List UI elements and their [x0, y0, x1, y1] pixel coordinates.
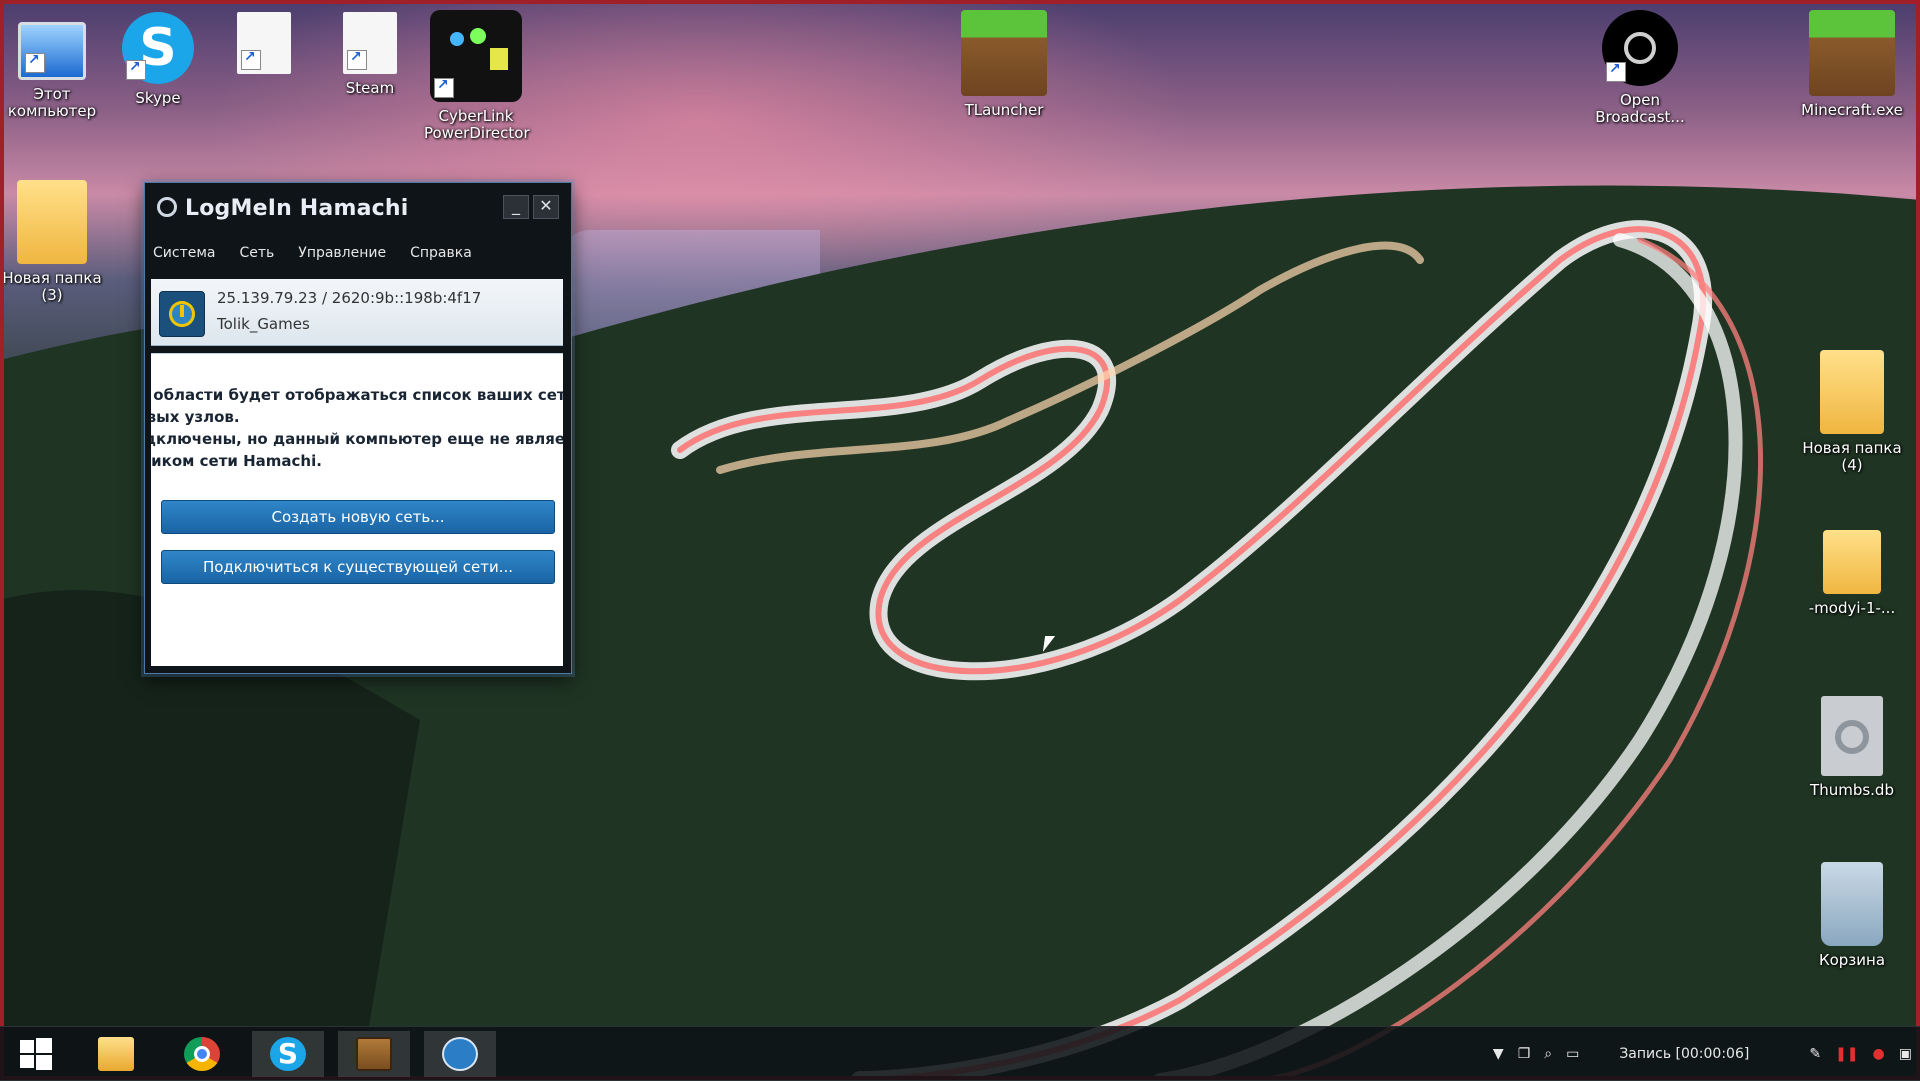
grass-block-icon	[961, 10, 1047, 96]
folder-icon	[17, 180, 87, 264]
message-line: и сетевых узлов.	[151, 408, 240, 426]
create-network-button[interactable]: Создать новую сеть...	[161, 500, 555, 534]
start-button[interactable]	[0, 1031, 72, 1077]
recording-status: Запись [00:00:06]	[1619, 1046, 1750, 1062]
skype-icon: S	[122, 12, 194, 84]
desktop-icon-cyberlink[interactable]: CyberLink PowerDirector	[424, 10, 530, 142]
empty-list-message: В этой области будет отображаться список…	[151, 384, 563, 472]
taskbar: S ▼ ❐ ⌕ ▭ Запись [00:00:06] ✎ ❚❚ ● ▣	[0, 1026, 1920, 1081]
desktop-icon-label: Этот компьютер	[7, 85, 97, 120]
desktop-icon-label: Корзина	[1818, 951, 1886, 969]
desktop-icon-label: TLauncher	[964, 101, 1044, 119]
tray-search-icon[interactable]: ⌕	[1544, 1046, 1552, 1062]
taskbar-hamachi[interactable]	[424, 1031, 496, 1077]
desktop-icon-new-folder-4[interactable]: Новая папка (4)	[1800, 350, 1904, 474]
desktop-icon-new-folder-3[interactable]: Новая папка (3)	[0, 180, 104, 304]
message-line: участником сети Hamachi.	[151, 452, 322, 470]
desktop-icon-label: Thumbs.db	[1810, 781, 1894, 799]
join-network-button[interactable]: Подключиться к существующей сети...	[161, 550, 555, 584]
cyberlink-icon	[430, 10, 522, 102]
taskbar-minecraft-launcher[interactable]	[338, 1031, 410, 1077]
desktop-icon-label: Новая папка (4)	[1802, 439, 1902, 474]
client-nickname: Tolik_Games	[217, 315, 310, 333]
desktop-icon-label: Open Broadcast...	[1595, 91, 1685, 126]
menu-network[interactable]: Сеть	[239, 245, 274, 269]
shortcut-arrow-icon	[347, 49, 367, 70]
title-bar[interactable]: LogMeIn Hamachi _ ✕	[145, 183, 571, 223]
desktop-icon-recycle-bin[interactable]: Корзина	[1800, 862, 1904, 969]
desktop-icon-label: Minecraft.exe	[1801, 101, 1903, 119]
desktop-icon-label: -modyi-1-...	[1808, 599, 1896, 617]
desktop-icon-thumbs[interactable]: Thumbs.db	[1800, 696, 1904, 799]
obs-icon	[1602, 10, 1678, 86]
message-line: Вы подключены, но данный компьютер еще н…	[151, 430, 563, 448]
desktop-icon-label: Skype	[135, 89, 181, 107]
folder-icon	[98, 1037, 134, 1071]
hamachi-network-icon	[442, 1037, 478, 1071]
tray-expand-icon[interactable]: ▼	[1493, 1046, 1504, 1062]
menu-system[interactable]: Система	[153, 245, 215, 269]
desktop-icon-obs[interactable]: Open Broadcast...	[1588, 10, 1692, 126]
monitor-icon	[18, 22, 86, 80]
desktop-icon-label: Steam	[345, 79, 395, 97]
desktop-icon-skype[interactable]: S Skype	[106, 12, 210, 107]
folder-icon	[1820, 350, 1884, 434]
folder-icon	[1823, 530, 1881, 594]
desktop-icon-this-pc[interactable]: Этот компьютер	[0, 12, 104, 120]
network-list-pane: В этой области будет отображаться список…	[151, 353, 563, 666]
status-panel: 25.139.79.23 / 2620:9b::198b:4f17 Tolik_…	[151, 279, 563, 346]
shortcut-arrow-icon	[434, 77, 454, 98]
menu-help[interactable]: Справка	[410, 245, 472, 269]
desktop-icon-blank-1[interactable]	[212, 12, 316, 74]
pencil-icon[interactable]: ✎	[1809, 1046, 1821, 1062]
desktop-icon-steam[interactable]: Steam	[318, 12, 422, 97]
camera-icon[interactable]: ▣	[1899, 1046, 1912, 1062]
hamachi-window[interactable]: LogMeIn Hamachi _ ✕ Система Сеть Управле…	[144, 182, 572, 674]
windows-logo-icon	[20, 1038, 52, 1070]
desktop-icon-mody[interactable]: -modyi-1-...	[1800, 530, 1904, 617]
desktop-icon-minecraft[interactable]: Minecraft.exe	[1800, 10, 1904, 119]
skype-icon: S	[270, 1037, 306, 1071]
minimize-button[interactable]: _	[503, 195, 529, 219]
document-icon	[343, 12, 397, 74]
chest-icon	[356, 1037, 392, 1071]
power-icon	[169, 301, 195, 327]
recycle-bin-icon	[1821, 862, 1883, 946]
window-title: LogMeIn Hamachi	[185, 196, 409, 221]
desktop-icon-tlauncher[interactable]: TLauncher	[952, 10, 1056, 119]
grass-block-icon	[1809, 10, 1895, 96]
document-icon	[237, 12, 291, 74]
menu-manage[interactable]: Управление	[298, 245, 386, 269]
menu-bar: Система Сеть Управление Справка	[153, 245, 496, 269]
pause-icon[interactable]: ❚❚	[1835, 1046, 1858, 1062]
shortcut-arrow-icon	[25, 52, 45, 73]
desktop-icon-label: Новая папка (3)	[2, 269, 102, 304]
taskbar-chrome[interactable]	[166, 1031, 238, 1077]
record-icon[interactable]: ●	[1873, 1046, 1885, 1062]
taskbar-file-explorer[interactable]	[80, 1031, 152, 1077]
tray-window-icon[interactable]: ❐	[1518, 1046, 1531, 1062]
gear-file-icon	[1821, 696, 1883, 776]
power-button[interactable]	[159, 291, 205, 337]
desktop-icon-label: CyberLink PowerDirector	[424, 107, 530, 142]
close-button[interactable]: ✕	[533, 195, 559, 219]
message-line: В этой области будет отображаться список…	[151, 386, 563, 404]
system-tray: ▼ ❐ ⌕ ▭ Запись [00:00:06] ✎ ❚❚ ● ▣	[1479, 1039, 1912, 1069]
ip-address: 25.139.79.23 / 2620:9b::198b:4f17	[217, 289, 482, 307]
hamachi-logo-icon	[157, 197, 177, 217]
shortcut-arrow-icon	[126, 59, 146, 80]
shortcut-arrow-icon	[241, 49, 261, 70]
shortcut-arrow-icon	[1606, 61, 1626, 82]
taskbar-skype[interactable]: S	[252, 1031, 324, 1077]
tray-monitor-icon[interactable]: ▭	[1566, 1046, 1579, 1062]
chrome-icon	[184, 1037, 220, 1071]
